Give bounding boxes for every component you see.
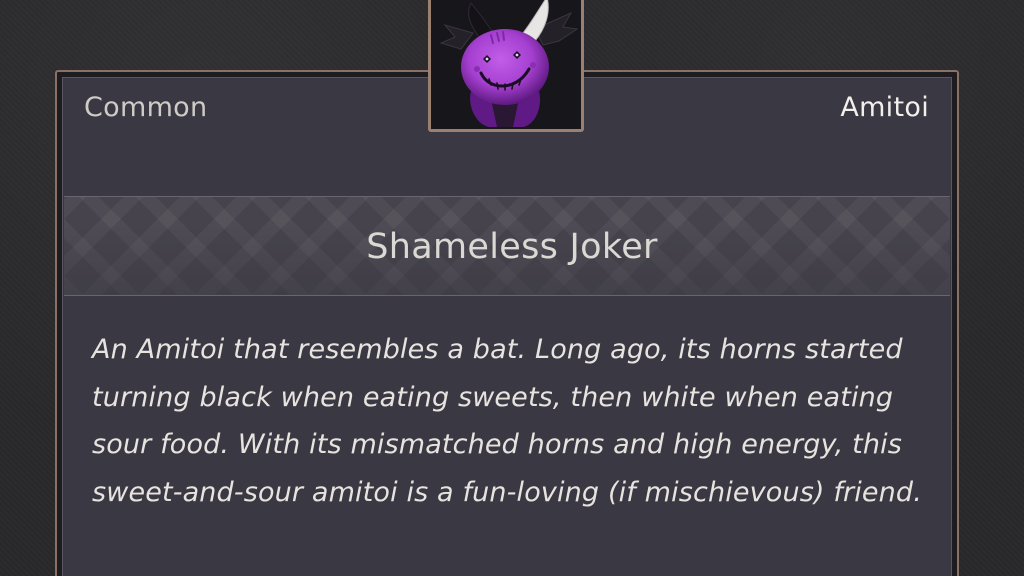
item-portrait xyxy=(428,0,584,132)
item-type-label: Amitoi xyxy=(840,92,929,123)
item-name: Shameless Joker xyxy=(366,227,658,267)
item-description: An Amitoi that resembles a bat. Long ago… xyxy=(92,334,922,508)
bat-amitoi-plush-icon xyxy=(431,0,581,129)
rarity-label: Common xyxy=(84,92,208,123)
